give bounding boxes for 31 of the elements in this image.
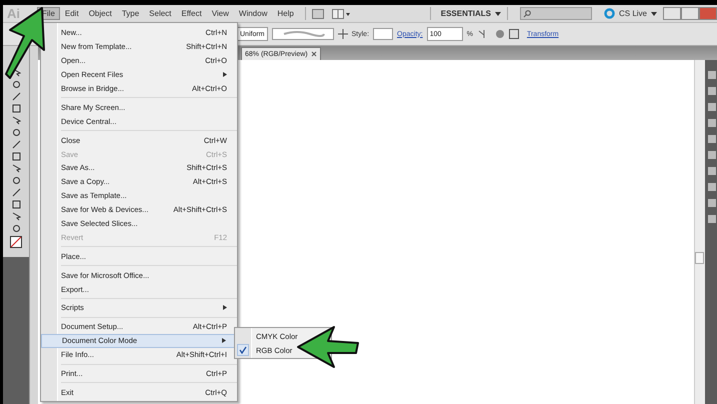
menu-item[interactable]: Window [234, 7, 272, 20]
workspace-switcher[interactable]: ESSENTIALS [436, 9, 495, 18]
menu-item[interactable]: Select [144, 7, 176, 20]
arrange-documents-icon[interactable] [332, 8, 350, 18]
caret-icon[interactable] [494, 12, 501, 16]
pointer-arrow-drawing [296, 323, 360, 371]
fill-swatch-icon[interactable] [10, 236, 22, 248]
minimize-button[interactable] [663, 7, 681, 20]
menu-item[interactable]: View [206, 7, 234, 20]
close-icon[interactable] [310, 51, 317, 57]
style-dropdown[interactable] [373, 28, 394, 40]
search-icon [522, 10, 531, 18]
submenu-arrow-icon [222, 338, 226, 344]
scrollbar[interactable] [694, 60, 705, 404]
restore-button[interactable] [681, 7, 699, 20]
menu-item[interactable]: Help [272, 7, 299, 20]
menu-item[interactable]: Object [84, 7, 117, 20]
submenu-arrow-icon [223, 72, 227, 78]
menu-item[interactable]: Effect [176, 7, 207, 20]
check-icon [239, 346, 247, 354]
caret-icon[interactable] [651, 12, 657, 16]
menu-item[interactable]: Edit [60, 7, 84, 20]
submenu-arrow-icon [223, 305, 227, 310]
cs-live-menu[interactable]: CS Live [614, 9, 651, 18]
bridge-icon[interactable] [312, 8, 324, 18]
menu-item[interactable]: Type [116, 7, 144, 20]
stroke-preview-dropdown[interactable] [272, 28, 334, 40]
scroll-thumb[interactable] [695, 252, 704, 264]
crosshair-icon[interactable] [338, 29, 348, 39]
ring-icon[interactable] [604, 8, 615, 19]
search-field[interactable] [520, 7, 592, 20]
